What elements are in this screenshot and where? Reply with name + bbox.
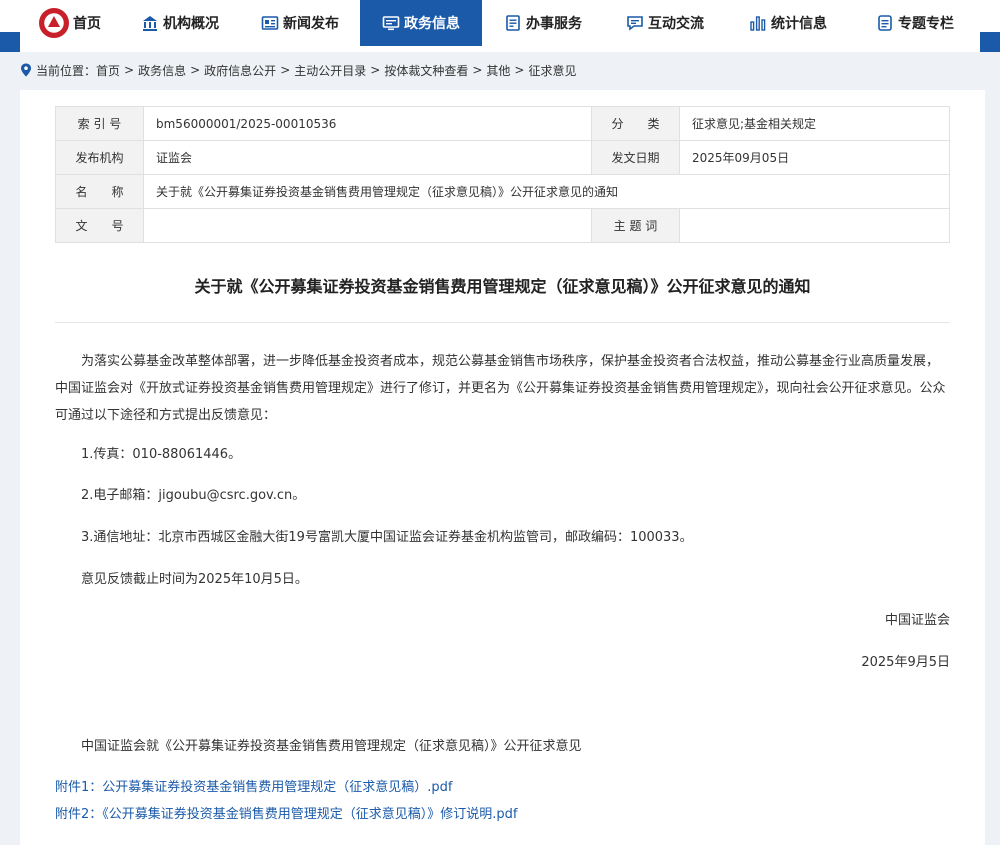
nav-item-label: 办事服务 <box>526 16 582 32</box>
nav-item-label: 首页 <box>73 16 101 32</box>
meta-row: 名 称 关于就《公开募集证券投资基金销售费用管理规定（征求意见稿）》公开征求意见… <box>55 174 950 209</box>
breadcrumb-separator: > <box>124 63 135 77</box>
breadcrumb-item-public-catalog[interactable]: 主动公开目录 <box>294 62 366 79</box>
meta-value-name: 关于就《公开募集证券投资基金销售费用管理规定（征求意见稿）》公开征求意见的通知 <box>143 174 950 209</box>
nav-item-organization[interactable]: 机构概况 <box>120 0 240 46</box>
nav-item-label: 政务信息 <box>404 16 460 32</box>
top-nav-bar: 首页 机构概况 新闻发布 政务信息 办事服务 互动交流 统计信息 专题专栏 <box>0 0 1000 52</box>
meta-value-docno <box>143 208 592 243</box>
nav-item-label: 统计信息 <box>771 16 827 32</box>
breadcrumb-item-consultation[interactable]: 征求意见 <box>528 62 576 79</box>
nav-item-label: 新闻发布 <box>283 16 339 32</box>
chat-icon <box>626 14 644 32</box>
nav-item-label: 机构概况 <box>163 16 219 32</box>
nav-item-home[interactable]: 首页 <box>20 0 120 46</box>
breadcrumb: 当前位置： 首页 > 政务信息 > 政府信息公开 > 主动公开目录 > 按体裁文… <box>20 60 577 80</box>
meta-value-category: 征求意见;基金相关规定 <box>679 106 950 141</box>
breadcrumb-separator: > <box>514 63 525 77</box>
breadcrumb-item-info-disclosure[interactable]: 政府信息公开 <box>204 62 276 79</box>
csrc-emblem-icon <box>39 8 69 38</box>
article-title: 关于就《公开募集证券投资基金销售费用管理规定（征求意见稿）》公开征求意见的通知 <box>194 277 811 296</box>
meta-value-index: bm56000001/2025-00010536 <box>143 106 592 141</box>
nav-item-label: 互动交流 <box>648 16 704 32</box>
main-nav: 首页 机构概况 新闻发布 政务信息 办事服务 互动交流 统计信息 专题专栏 <box>20 0 980 46</box>
meta-label-category: 分 类 <box>591 106 680 141</box>
breadcrumb-separator: > <box>190 63 201 77</box>
nav-item-label: 专题专栏 <box>898 16 954 32</box>
bar-chart-icon <box>749 14 767 32</box>
breadcrumb-item-home[interactable]: 首页 <box>96 62 120 79</box>
article-item-fax: 1.传真：010-88061446。 <box>81 447 242 462</box>
title-divider <box>55 322 950 323</box>
meta-value-date: 2025年09月05日 <box>679 140 950 175</box>
article-item-address: 3.通信地址：北京市西城区金融大街19号富凯大厦中国证监会证券基金机构监管司，邮… <box>81 530 693 545</box>
meta-row: 发布机构 证监会 发文日期 2025年09月05日 <box>55 140 950 175</box>
meta-label-index: 索 引 号 <box>55 106 144 141</box>
article-sign-date: 2025年9月5日 <box>861 655 950 670</box>
meta-value-keywords <box>679 208 950 243</box>
meta-label-keywords: 主 题 词 <box>591 208 680 243</box>
article-deadline: 意见反馈截止时间为2025年10月5日。 <box>81 572 308 587</box>
article-signature: 中国证监会 <box>884 613 950 628</box>
meta-row: 索 引 号 bm56000001/2025-00010536 分 类 征求意见;… <box>55 106 950 141</box>
breadcrumb-separator: > <box>472 63 483 77</box>
attachment-link-1[interactable]: 附件1：公开募集证券投资基金销售费用管理规定（征求意见稿）.pdf <box>55 776 452 795</box>
location-pin-icon <box>21 63 31 77</box>
article-item-email: 2.电子邮箱：jigoubu@csrc.gov.cn。 <box>81 488 306 503</box>
nav-item-topics[interactable]: 专题专栏 <box>850 0 980 46</box>
document-meta-table: 索 引 号 bm56000001/2025-00010536 分 类 征求意见;… <box>55 106 950 243</box>
breadcrumb-item-government-info[interactable]: 政务信息 <box>138 62 186 79</box>
nav-item-services[interactable]: 办事服务 <box>482 0 604 46</box>
content-panel: 索 引 号 bm56000001/2025-00010536 分 类 征求意见;… <box>20 90 985 845</box>
nav-item-statistics[interactable]: 统计信息 <box>726 0 850 46</box>
document-icon <box>876 14 894 32</box>
breadcrumb-separator: > <box>370 63 381 77</box>
nav-item-news[interactable]: 新闻发布 <box>240 0 360 46</box>
meta-label-name: 名 称 <box>55 174 144 209</box>
article-note: 中国证监会就《公开募集证券投资基金销售费用管理规定（征求意见稿）》公开征求意见 <box>81 739 582 754</box>
newspaper-icon <box>261 14 279 32</box>
attachment-link-2[interactable]: 附件2：《公开募集证券投资基金销售费用管理规定（征求意见稿）》修订说明.pdf <box>55 803 518 822</box>
meta-label-publisher: 发布机构 <box>55 140 144 175</box>
breadcrumb-item-other[interactable]: 其他 <box>486 62 510 79</box>
meta-label-docno: 文 号 <box>55 208 144 243</box>
building-icon <box>141 14 159 32</box>
nav-item-government-info[interactable]: 政务信息 <box>360 0 482 46</box>
breadcrumb-prefix: 当前位置： <box>36 63 97 78</box>
clipboard-icon <box>504 14 522 32</box>
meta-label-date: 发文日期 <box>591 140 680 175</box>
monitor-icon <box>382 14 400 32</box>
breadcrumb-separator: > <box>280 63 291 77</box>
article-intro: 为落实公募基金改革整体部署，进一步降低基金投资者成本，规范公募基金销售市场秩序，… <box>55 354 946 423</box>
breadcrumb-item-by-genre[interactable]: 按体裁文种查看 <box>384 62 468 79</box>
meta-row: 文 号 主 题 词 <box>55 208 950 243</box>
meta-value-publisher: 证监会 <box>143 140 592 175</box>
nav-item-interaction[interactable]: 互动交流 <box>604 0 726 46</box>
